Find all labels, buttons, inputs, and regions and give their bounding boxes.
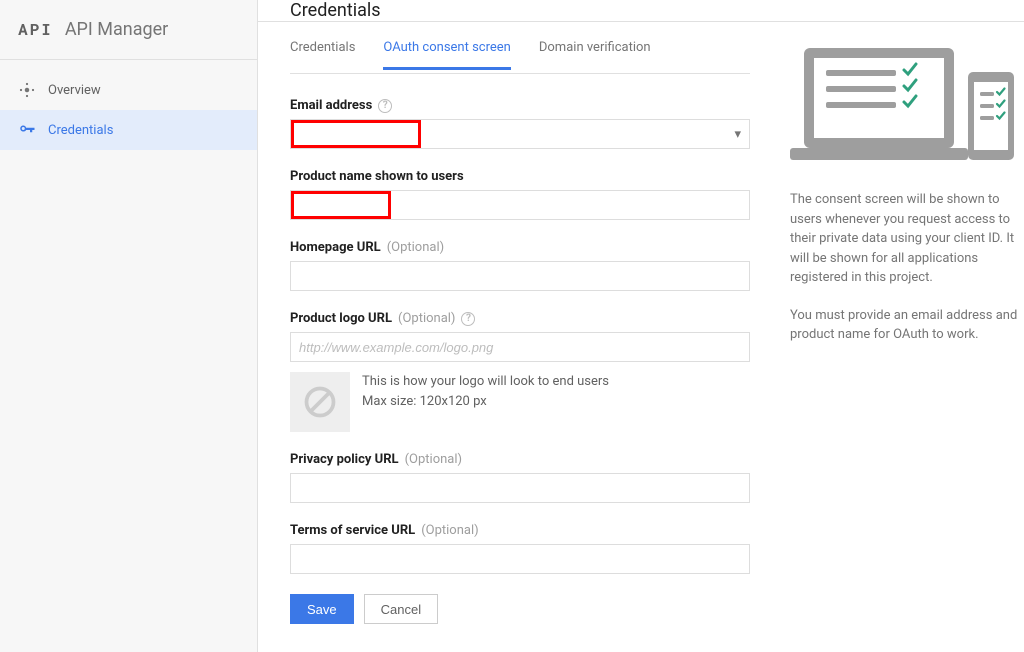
homepage-input[interactable] [290,261,750,291]
optional-text: (Optional) [387,240,444,255]
sidebar-item-overview[interactable]: Overview [0,70,257,110]
email-label-text: Email address [290,98,372,113]
field-tos: Terms of service URL (Optional) [290,523,750,574]
field-privacy: Privacy policy URL (Optional) [290,452,750,503]
privacy-input[interactable] [290,473,750,503]
sidebar: API API Manager Overview Credentials [0,0,258,652]
right-panel-text: The consent screen will be shown to user… [790,190,1022,345]
main-body: Credentials OAuth consent screen Domain … [258,22,1024,652]
field-product-name: Product name shown to users [290,169,750,220]
optional-text: (Optional) [405,452,462,467]
key-icon [18,121,48,139]
tos-label: Terms of service URL (Optional) [290,523,750,538]
logo-placeholder-icon [290,372,350,432]
homepage-label: Homepage URL (Optional) [290,240,750,255]
logo-preview-row: This is how your logo will look to end u… [290,372,750,432]
logo-hint-line2: Max size: 120x120 px [362,392,609,412]
optional-text: (Optional) [421,523,478,538]
email-label: Email address ? [290,98,750,113]
logo-hint: This is how your logo will look to end u… [362,372,609,411]
form-column: Credentials OAuth consent screen Domain … [290,40,750,624]
field-logo-url: Product logo URL (Optional) ? This is ho… [290,311,750,432]
sidebar-item-label: Overview [48,83,101,98]
sidebar-title: API Manager [65,19,168,40]
tab-oauth-consent-screen[interactable]: OAuth consent screen [383,40,510,69]
tos-label-text: Terms of service URL [290,523,415,538]
logo-url-label: Product logo URL (Optional) ? [290,311,750,326]
overview-icon [18,81,48,99]
main: Credentials Credentials OAuth consent sc… [258,0,1024,652]
tab-credentials[interactable]: Credentials [290,40,355,69]
consent-illustration [790,40,1022,168]
privacy-label-text: Privacy policy URL [290,452,399,467]
page-title: Credentials [258,0,1024,22]
product-name-label: Product name shown to users [290,169,750,184]
logo-hint-line1: This is how your logo will look to end u… [362,372,609,392]
save-button[interactable]: Save [290,594,354,624]
tab-domain-verification[interactable]: Domain verification [539,40,651,69]
api-logo: API [18,19,53,40]
email-select[interactable]: ▾ [290,119,750,149]
logo-url-input[interactable] [290,332,750,362]
button-row: Save Cancel [290,594,750,624]
sidebar-item-credentials[interactable]: Credentials [0,110,257,150]
tabs: Credentials OAuth consent screen Domain … [290,40,750,74]
right-column: The consent screen will be shown to user… [790,40,1022,624]
help-icon[interactable]: ? [378,99,392,113]
homepage-label-text: Homepage URL [290,240,381,255]
product-name-input[interactable] [290,190,750,220]
cancel-button[interactable]: Cancel [364,594,438,624]
field-homepage: Homepage URL (Optional) [290,240,750,291]
app-root: API API Manager Overview Credentials Cre… [0,0,1024,652]
privacy-label: Privacy policy URL (Optional) [290,452,750,467]
optional-text: (Optional) [398,311,455,326]
consent-description-2: You must provide an email address and pr… [790,306,1022,345]
help-icon[interactable]: ? [461,312,475,326]
sidebar-header: API API Manager [0,0,257,60]
sidebar-item-label: Credentials [48,123,113,138]
field-email: Email address ? ▾ [290,98,750,149]
chevron-down-icon: ▾ [734,127,741,142]
logo-url-label-text: Product logo URL [290,311,392,326]
tos-input[interactable] [290,544,750,574]
sidebar-nav: Overview Credentials [0,60,257,150]
consent-description-1: The consent screen will be shown to user… [790,190,1022,288]
